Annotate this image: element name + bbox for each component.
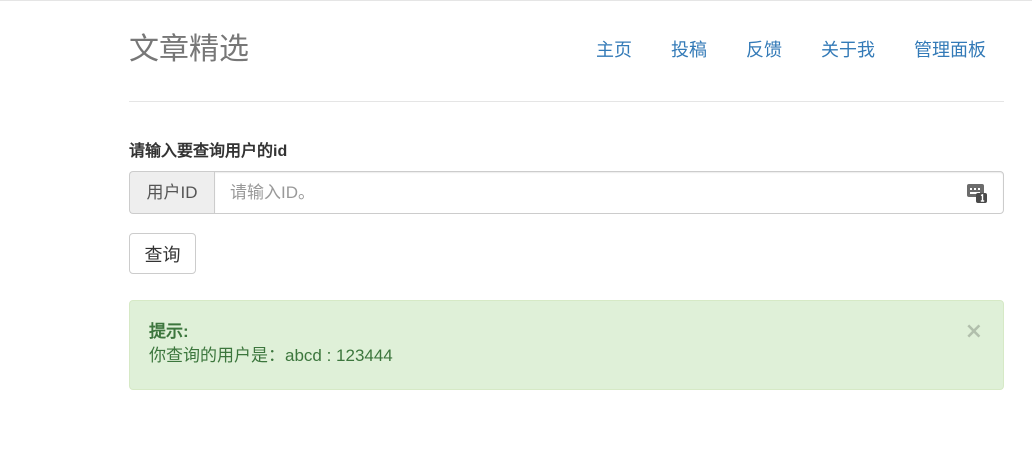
user-id-input[interactable] (214, 171, 1004, 214)
page-header: 文章精选 主页 投稿 反馈 关于我 管理面板 (129, 0, 1004, 102)
user-id-input-group: 用户ID (129, 171, 1004, 214)
autofill-keyboard-icon[interactable] (966, 182, 988, 204)
query-label: 请输入要查询用户的id (129, 143, 288, 160)
close-icon[interactable]: × (965, 320, 983, 344)
user-id-input-wrap (214, 171, 1004, 214)
alert-title: 提示: (149, 322, 189, 341)
nav-link-feedback[interactable]: 反馈 (746, 38, 782, 62)
nav-link-admin[interactable]: 管理面板 (914, 38, 986, 62)
result-alert: 提示: 你查询的用户是：abcd : 123444 × (129, 300, 1004, 390)
nav-link-home[interactable]: 主页 (596, 38, 632, 62)
user-id-addon: 用户ID (129, 171, 214, 214)
nav-link-submit[interactable]: 投稿 (671, 38, 707, 62)
site-brand: 文章精选 (129, 33, 249, 66)
page-container: 文章精选 主页 投稿 反馈 关于我 管理面板 请输入要查询用户的id 用户ID … (129, 0, 1004, 390)
query-button[interactable]: 查询 (129, 233, 196, 274)
main-nav: 主页 投稿 反馈 关于我 管理面板 (557, 38, 986, 62)
nav-link-about[interactable]: 关于我 (821, 38, 875, 62)
alert-message: 你查询的用户是：abcd : 123444 (149, 346, 393, 365)
